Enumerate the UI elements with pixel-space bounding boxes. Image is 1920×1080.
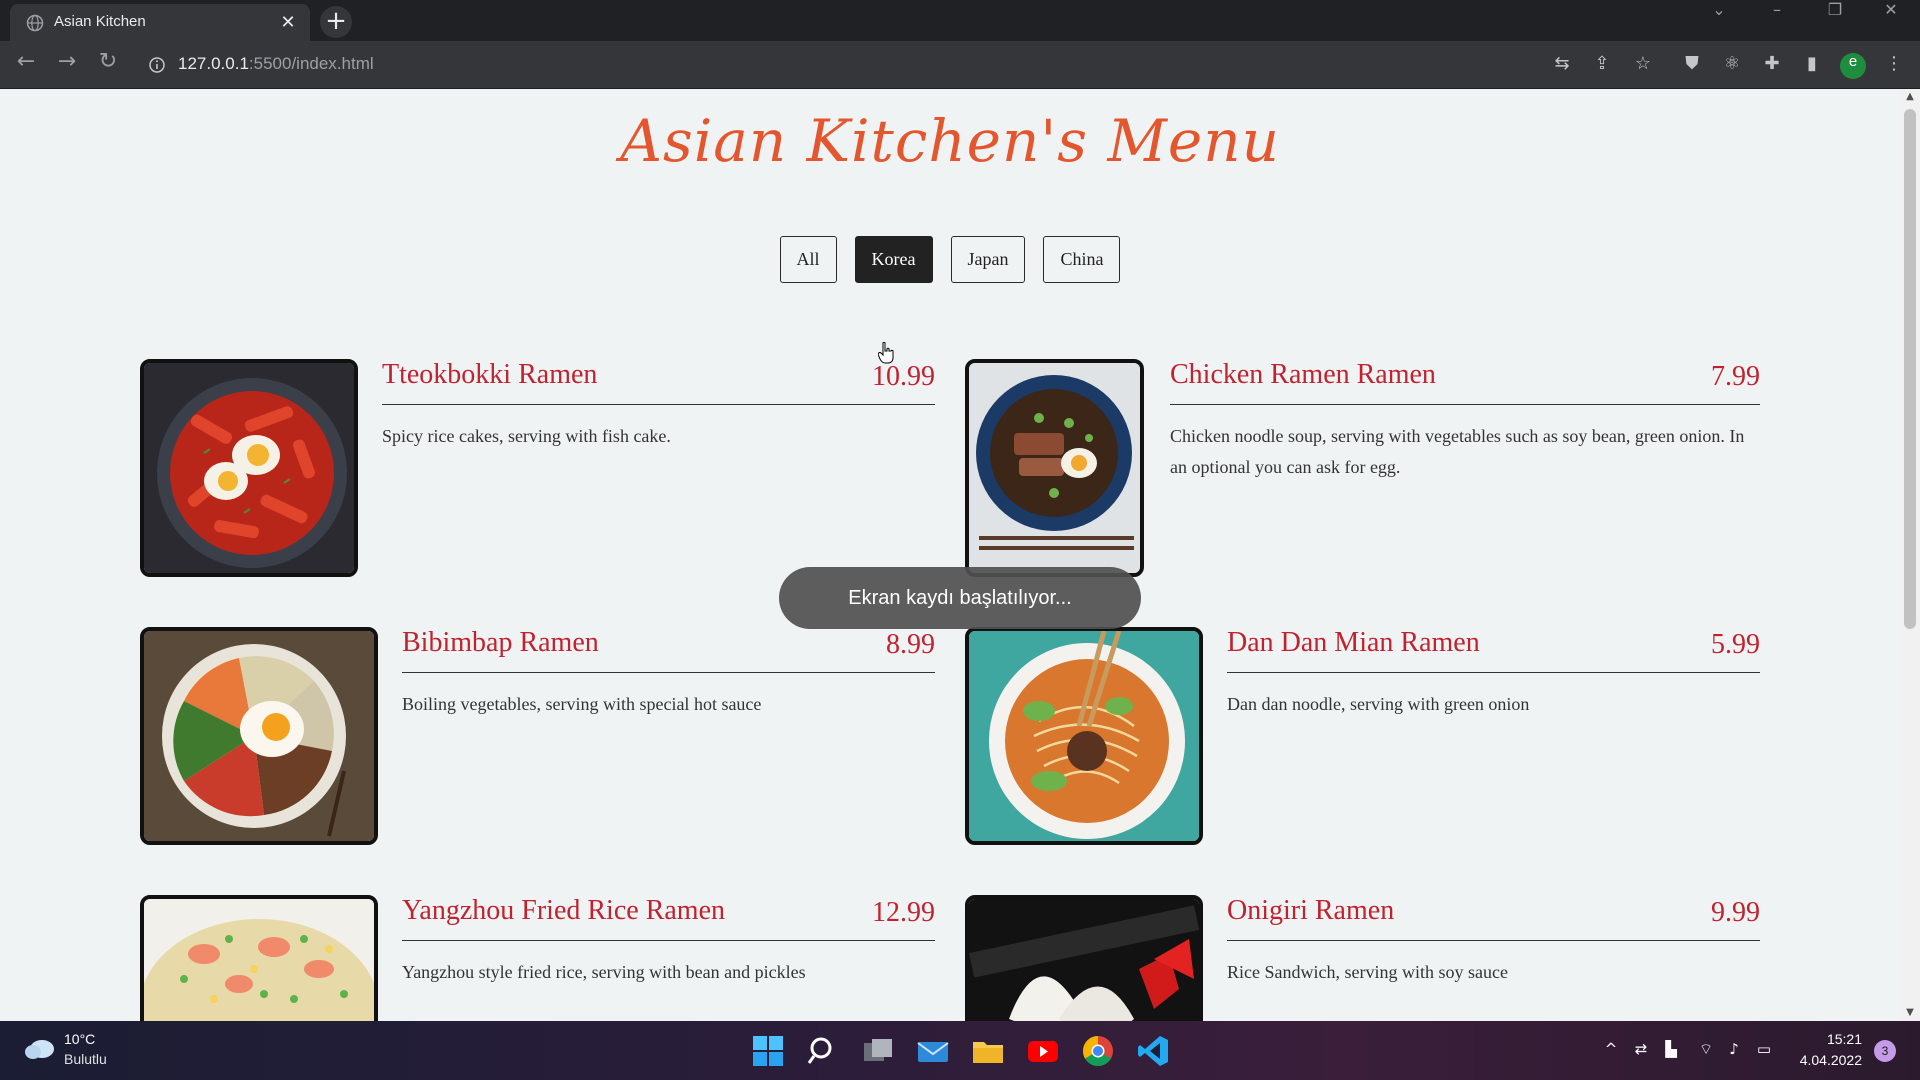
extensions-puzzle-icon[interactable]: ✚ bbox=[1760, 53, 1784, 77]
forward-icon[interactable]: → bbox=[51, 49, 83, 81]
close-window-button[interactable]: ✕ bbox=[1862, 0, 1920, 36]
page-scrollbar[interactable]: ▲ ▼ bbox=[1900, 89, 1920, 1021]
volume-icon[interactable]: ♪ bbox=[1724, 1039, 1744, 1059]
performance-icon[interactable]: ▙ bbox=[1661, 1039, 1681, 1059]
translate-icon[interactable]: ⇆ bbox=[1550, 53, 1574, 77]
item-description: Dan dan noodle, serving with green onion bbox=[1227, 694, 1530, 714]
item-description: Spicy rice cakes, serving with fish cake… bbox=[382, 426, 671, 446]
item-name: Tteokbokki Ramen bbox=[382, 359, 598, 390]
cloud-icon[interactable] bbox=[24, 1035, 56, 1061]
item-price: 5.99 bbox=[1711, 629, 1760, 660]
chicken-ramen-photo bbox=[965, 359, 1144, 577]
bookmark-star-icon[interactable]: ☆ bbox=[1631, 53, 1655, 77]
item-price: 12.99 bbox=[872, 897, 935, 928]
file-explorer-icon[interactable] bbox=[970, 1033, 1006, 1069]
side-panel-icon[interactable]: ▮ bbox=[1800, 53, 1824, 77]
item-description: Chicken noodle soup, serving with vegeta… bbox=[1170, 426, 1745, 477]
menu-item: Onigiri Ramen 9.99 Rice Sandwich, servin… bbox=[965, 895, 1760, 1021]
filter-japan-button[interactable]: Japan bbox=[950, 236, 1026, 283]
new-tab-button[interactable]: + bbox=[320, 6, 352, 38]
mail-icon[interactable] bbox=[915, 1033, 951, 1069]
tteokbokki-photo bbox=[140, 359, 358, 577]
weather-condition: Bulutlu bbox=[64, 1051, 107, 1067]
back-icon[interactable]: ← bbox=[10, 49, 42, 81]
item-price: 8.99 bbox=[886, 629, 935, 660]
weather-temperature: 10°C bbox=[64, 1031, 96, 1047]
fried-rice-photo bbox=[140, 895, 378, 1021]
item-header: Yangzhou Fried Rice Ramen 12.99 bbox=[402, 895, 935, 941]
minimize-button[interactable]: – bbox=[1748, 0, 1806, 36]
tab-search-icon[interactable]: ⌄ bbox=[1690, 0, 1748, 36]
item-description: Boiling vegetables, serving with special… bbox=[402, 694, 762, 714]
scroll-down-icon[interactable]: ▼ bbox=[1900, 1005, 1920, 1021]
item-header: Dan Dan Mian Ramen 5.99 bbox=[1227, 627, 1760, 673]
item-description: Yangzhou style fried rice, serving with … bbox=[402, 962, 806, 982]
filter-china-button[interactable]: China bbox=[1043, 236, 1121, 283]
tab-title: Asian Kitchen bbox=[54, 13, 146, 30]
task-view-icon[interactable] bbox=[860, 1033, 896, 1069]
chrome-icon[interactable] bbox=[1080, 1033, 1116, 1069]
more-menu-icon[interactable]: ⋮ bbox=[1882, 53, 1906, 77]
menu-item: Tteokbokki Ramen 10.99 Spicy rice cakes,… bbox=[140, 359, 935, 579]
onigiri-photo bbox=[965, 895, 1203, 1021]
url-host: 127.0.0.1 bbox=[178, 54, 249, 73]
item-name: Bibimbap Ramen bbox=[402, 627, 599, 658]
url-text: 127.0.0.1:5500/index.html bbox=[178, 54, 374, 74]
item-name: Yangzhou Fried Rice Ramen bbox=[402, 895, 725, 926]
mouse-cursor-icon bbox=[878, 342, 894, 364]
address-bar[interactable]: 127.0.0.1:5500/index.html bbox=[140, 47, 1530, 83]
clock-time[interactable]: 15:21 bbox=[1827, 1031, 1862, 1047]
menu-item: Chicken Ramen Ramen 7.99 Chicken noodle … bbox=[965, 359, 1760, 579]
shield-extension-icon[interactable]: ⛊ bbox=[1680, 53, 1704, 77]
item-header: Tteokbokki Ramen 10.99 bbox=[382, 359, 935, 405]
search-icon[interactable] bbox=[805, 1033, 841, 1069]
menu-item: Bibimbap Ramen 8.99 Boiling vegetables, … bbox=[140, 627, 935, 847]
react-devtools-icon[interactable]: ⚛ bbox=[1720, 53, 1744, 77]
reload-icon[interactable]: ↻ bbox=[92, 49, 124, 81]
clock-date[interactable]: 4.04.2022 bbox=[1800, 1052, 1862, 1068]
item-price: 9.99 bbox=[1711, 897, 1760, 928]
battery-icon[interactable]: ▭ bbox=[1754, 1039, 1774, 1059]
tab-strip: Asian Kitchen ✕ + ⌄ – ❐ ✕ bbox=[0, 0, 1920, 41]
notification-badge[interactable]: 3 bbox=[1874, 1040, 1896, 1062]
page-title: Asian Kitchen's Menu bbox=[620, 107, 1280, 175]
page-viewport: Asian Kitchen's Menu All Korea Japan China bbox=[0, 89, 1920, 1021]
browser-toolbar: ← → ↻ 127.0.0.1:5500/index.html ⇆ ⇪ ☆ ⛊ … bbox=[0, 41, 1920, 89]
windows-taskbar: 10°C Bulutlu ^ ⇄ ▙ ⌔ ♪ ▭ 15:21 4.04.2022… bbox=[0, 1021, 1920, 1080]
windows-start-icon[interactable] bbox=[750, 1033, 786, 1069]
sync-icon[interactable]: ⇄ bbox=[1631, 1039, 1651, 1059]
scrollbar-thumb[interactable] bbox=[1904, 109, 1916, 629]
item-price: 7.99 bbox=[1711, 361, 1760, 392]
item-header: Chicken Ramen Ramen 7.99 bbox=[1170, 359, 1760, 405]
item-name: Dan Dan Mian Ramen bbox=[1227, 627, 1480, 658]
vscode-icon[interactable] bbox=[1135, 1033, 1171, 1069]
filter-korea-button[interactable]: Korea bbox=[854, 236, 933, 283]
item-header: Bibimbap Ramen 8.99 bbox=[402, 627, 935, 673]
profile-avatar[interactable]: e bbox=[1840, 53, 1866, 79]
close-tab-icon[interactable]: ✕ bbox=[278, 13, 298, 33]
filter-bar: All Korea Japan China bbox=[0, 236, 1900, 283]
menu-item: Dan Dan Mian Ramen 5.99 Dan dan noodle, … bbox=[965, 627, 1760, 847]
item-header: Onigiri Ramen 9.99 bbox=[1227, 895, 1760, 941]
url-path: :5500/index.html bbox=[248, 54, 374, 73]
screen-recording-toast: Ekran kaydı başlatılıyor... bbox=[779, 567, 1141, 629]
browser-tab[interactable]: Asian Kitchen ✕ bbox=[10, 4, 310, 41]
item-name: Chicken Ramen Ramen bbox=[1170, 359, 1436, 390]
show-hidden-icons-icon[interactable]: ^ bbox=[1601, 1039, 1621, 1059]
globe-icon bbox=[26, 14, 44, 32]
wifi-icon[interactable]: ⌔ bbox=[1696, 1039, 1716, 1059]
item-name: Onigiri Ramen bbox=[1227, 895, 1395, 926]
filter-all-button[interactable]: All bbox=[779, 236, 837, 283]
info-icon[interactable] bbox=[148, 56, 166, 74]
item-description: Rice Sandwich, serving with soy sauce bbox=[1227, 962, 1508, 982]
restore-button[interactable]: ❐ bbox=[1806, 0, 1864, 36]
bibimbap-photo bbox=[140, 627, 378, 845]
dan-dan-mian-photo bbox=[965, 627, 1203, 845]
scroll-up-icon[interactable]: ▲ bbox=[1900, 89, 1920, 105]
youtube-icon[interactable] bbox=[1025, 1033, 1061, 1069]
item-price: 10.99 bbox=[872, 361, 935, 392]
share-icon[interactable]: ⇪ bbox=[1590, 53, 1614, 77]
menu-item: Yangzhou Fried Rice Ramen 12.99 Yangzhou… bbox=[140, 895, 935, 1021]
